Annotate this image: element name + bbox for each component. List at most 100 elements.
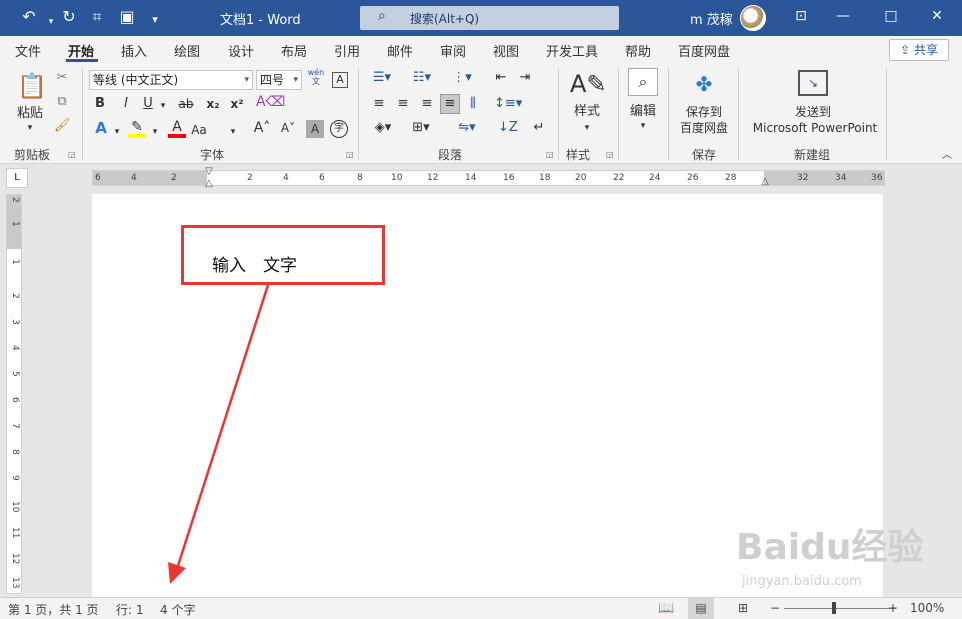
styles-launcher-icon[interactable]: ◲ (606, 150, 614, 159)
save-to-label-line1[interactable]: 保存到 (678, 104, 730, 120)
touch-mode-icon[interactable]: ⌗ (86, 7, 108, 27)
document-text[interactable]: 输入 文字 (212, 251, 297, 276)
send-to-label-line1[interactable]: 发送到 (790, 104, 836, 120)
search-input[interactable]: ⌕ 搜索(Alt+Q) (360, 6, 619, 30)
font-size-select[interactable]: 四号 ▾ (256, 70, 302, 90)
italic-button[interactable]: I (118, 96, 134, 112)
justify-icon[interactable]: ≡ (440, 94, 460, 114)
change-case-dropdown-icon[interactable]: ▾ (228, 124, 238, 140)
character-shading-icon[interactable]: A (306, 120, 324, 138)
tab-design[interactable]: 设计 (228, 41, 254, 60)
close-button[interactable]: ✕ (926, 8, 948, 24)
tab-mailings[interactable]: 邮件 (387, 41, 413, 60)
tab-draw[interactable]: 绘图 (174, 41, 200, 60)
zoom-slider-track[interactable] (784, 608, 896, 609)
distributed-icon[interactable]: ⫼ (464, 96, 482, 112)
strikethrough-button[interactable]: ab (176, 96, 196, 112)
show-marks-icon[interactable]: ↵ (530, 120, 548, 136)
web-layout-icon[interactable]: ⊞ (738, 601, 748, 615)
font-color-button[interactable]: A (168, 120, 186, 138)
save-icon[interactable]: ▣ (116, 7, 138, 27)
send-to-label-line2[interactable]: Microsoft PowerPoint (750, 120, 880, 136)
align-left-icon[interactable]: ≡ (370, 96, 388, 112)
ribbon-display-options-icon[interactable]: ⊡ (790, 8, 812, 24)
undo-icon[interactable]: ↶ (18, 7, 40, 27)
highlighted-text-box[interactable]: 输入 文字 (181, 225, 385, 285)
tab-insert[interactable]: 插入 (121, 41, 147, 60)
clear-formatting-icon[interactable]: A⌫ (256, 94, 285, 110)
collapse-ribbon-icon[interactable]: ︿ (940, 148, 954, 164)
highlight-dropdown-icon[interactable]: ▾ (150, 124, 160, 140)
tab-file[interactable]: 文件 (15, 41, 41, 60)
chinese-layout-icon[interactable]: ⇋▾ (452, 120, 482, 136)
underline-button[interactable]: U (140, 96, 156, 112)
line-spacing-icon[interactable]: ↕≡▾ (494, 96, 522, 112)
bullets-icon[interactable]: ☰▾ (368, 70, 396, 86)
zoom-level[interactable]: 100% (910, 601, 944, 615)
tab-review[interactable]: 审阅 (440, 41, 466, 60)
user-name[interactable]: m 茂稼 (690, 9, 733, 28)
print-layout-icon[interactable]: ▤ (688, 598, 714, 619)
vertical-ruler[interactable]: 2 1 1 2 3 4 5 6 7 8 9 10 11 12 13 (6, 194, 22, 594)
change-case-button[interactable]: Aa (188, 122, 210, 138)
shrink-font-button[interactable]: A˅ (278, 120, 298, 136)
borders-icon[interactable]: ⊞▾ (406, 120, 436, 136)
editing-dropdown-icon[interactable]: ▾ (636, 118, 650, 134)
format-painter-icon[interactable]: 🖌 (54, 118, 71, 134)
increase-indent-icon[interactable]: ⇥ (516, 70, 534, 86)
tab-baidu-netdisk[interactable]: 百度网盘 (678, 41, 730, 60)
save-to-label-line2[interactable]: 百度网盘 (676, 120, 732, 136)
superscript-button[interactable]: x² (228, 96, 246, 112)
highlight-icon[interactable]: ✎ (128, 120, 146, 138)
align-right-icon[interactable]: ≡ (418, 96, 436, 112)
page-count[interactable]: 第 1 页，共 1 页 (8, 601, 99, 618)
styles-icon[interactable]: A✎ (570, 68, 607, 100)
share-button[interactable]: ⇪ 共享 (889, 39, 949, 61)
read-mode-icon[interactable]: 📖 (658, 601, 674, 616)
paragraph-launcher-icon[interactable]: ◲ (546, 150, 554, 159)
styles-label[interactable]: 样式 (570, 104, 604, 120)
tab-help[interactable]: 帮助 (625, 41, 651, 60)
font-launcher-icon[interactable]: ◲ (346, 150, 354, 159)
cut-icon[interactable]: ✂ (54, 70, 70, 86)
zoom-slider-thumb[interactable] (832, 602, 836, 614)
tab-view[interactable]: 视图 (493, 41, 519, 60)
line-number[interactable]: 行: 1 (116, 601, 144, 618)
sort-icon[interactable]: ↓Z (498, 120, 518, 136)
decrease-indent-icon[interactable]: ⇤ (492, 70, 510, 86)
paste-icon[interactable]: 📋 (16, 70, 48, 102)
phonetic-guide-icon[interactable]: wén 文 (306, 68, 326, 86)
font-name-select[interactable]: 等线 (中文正文) ▾ (89, 70, 253, 90)
subscript-button[interactable]: x₂ (204, 96, 222, 112)
right-indent-marker-icon[interactable]: △ (759, 176, 771, 188)
send-to-powerpoint-icon[interactable]: ↘ (798, 70, 828, 96)
character-border-icon[interactable]: A (332, 72, 348, 88)
indent-marker-icon[interactable]: ▽ △ (203, 166, 215, 190)
tab-references[interactable]: 引用 (334, 41, 360, 60)
baidu-netdisk-icon[interactable]: ✤ (690, 70, 718, 98)
align-center-icon[interactable]: ≡ (394, 96, 412, 112)
copy-icon[interactable]: ⧉ (54, 94, 70, 110)
clipboard-launcher-icon[interactable]: ◲ (68, 150, 76, 159)
underline-dropdown-icon[interactable]: ▾ (158, 98, 168, 114)
minimize-button[interactable]: — (832, 8, 854, 24)
find-icon[interactable]: ⌕ (628, 68, 658, 96)
tab-selector-icon[interactable]: L (6, 168, 28, 188)
numbering-icon[interactable]: ☷▾ (408, 70, 436, 86)
zoom-in-button[interactable]: + (888, 601, 898, 615)
grow-font-button[interactable]: A˄ (252, 120, 272, 136)
tab-layout[interactable]: 布局 (281, 41, 307, 60)
redo-icon[interactable]: ↻ (58, 7, 80, 27)
word-count[interactable]: 4 个字 (160, 601, 195, 618)
multilevel-list-icon[interactable]: ⋮▾ (448, 70, 476, 86)
bold-button[interactable]: B (92, 96, 108, 112)
tab-home[interactable]: 开始 (68, 41, 94, 60)
maximize-button[interactable]: □ (880, 8, 902, 24)
shading-icon[interactable]: ◈▾ (368, 120, 398, 136)
zoom-out-button[interactable]: − (770, 601, 780, 615)
paste-dropdown-icon[interactable]: ▾ (22, 120, 38, 136)
avatar[interactable] (740, 5, 766, 31)
text-effects-icon[interactable]: A (92, 120, 110, 136)
enclose-characters-icon[interactable]: 字 (330, 120, 348, 138)
styles-dropdown-icon[interactable]: ▾ (580, 120, 594, 136)
